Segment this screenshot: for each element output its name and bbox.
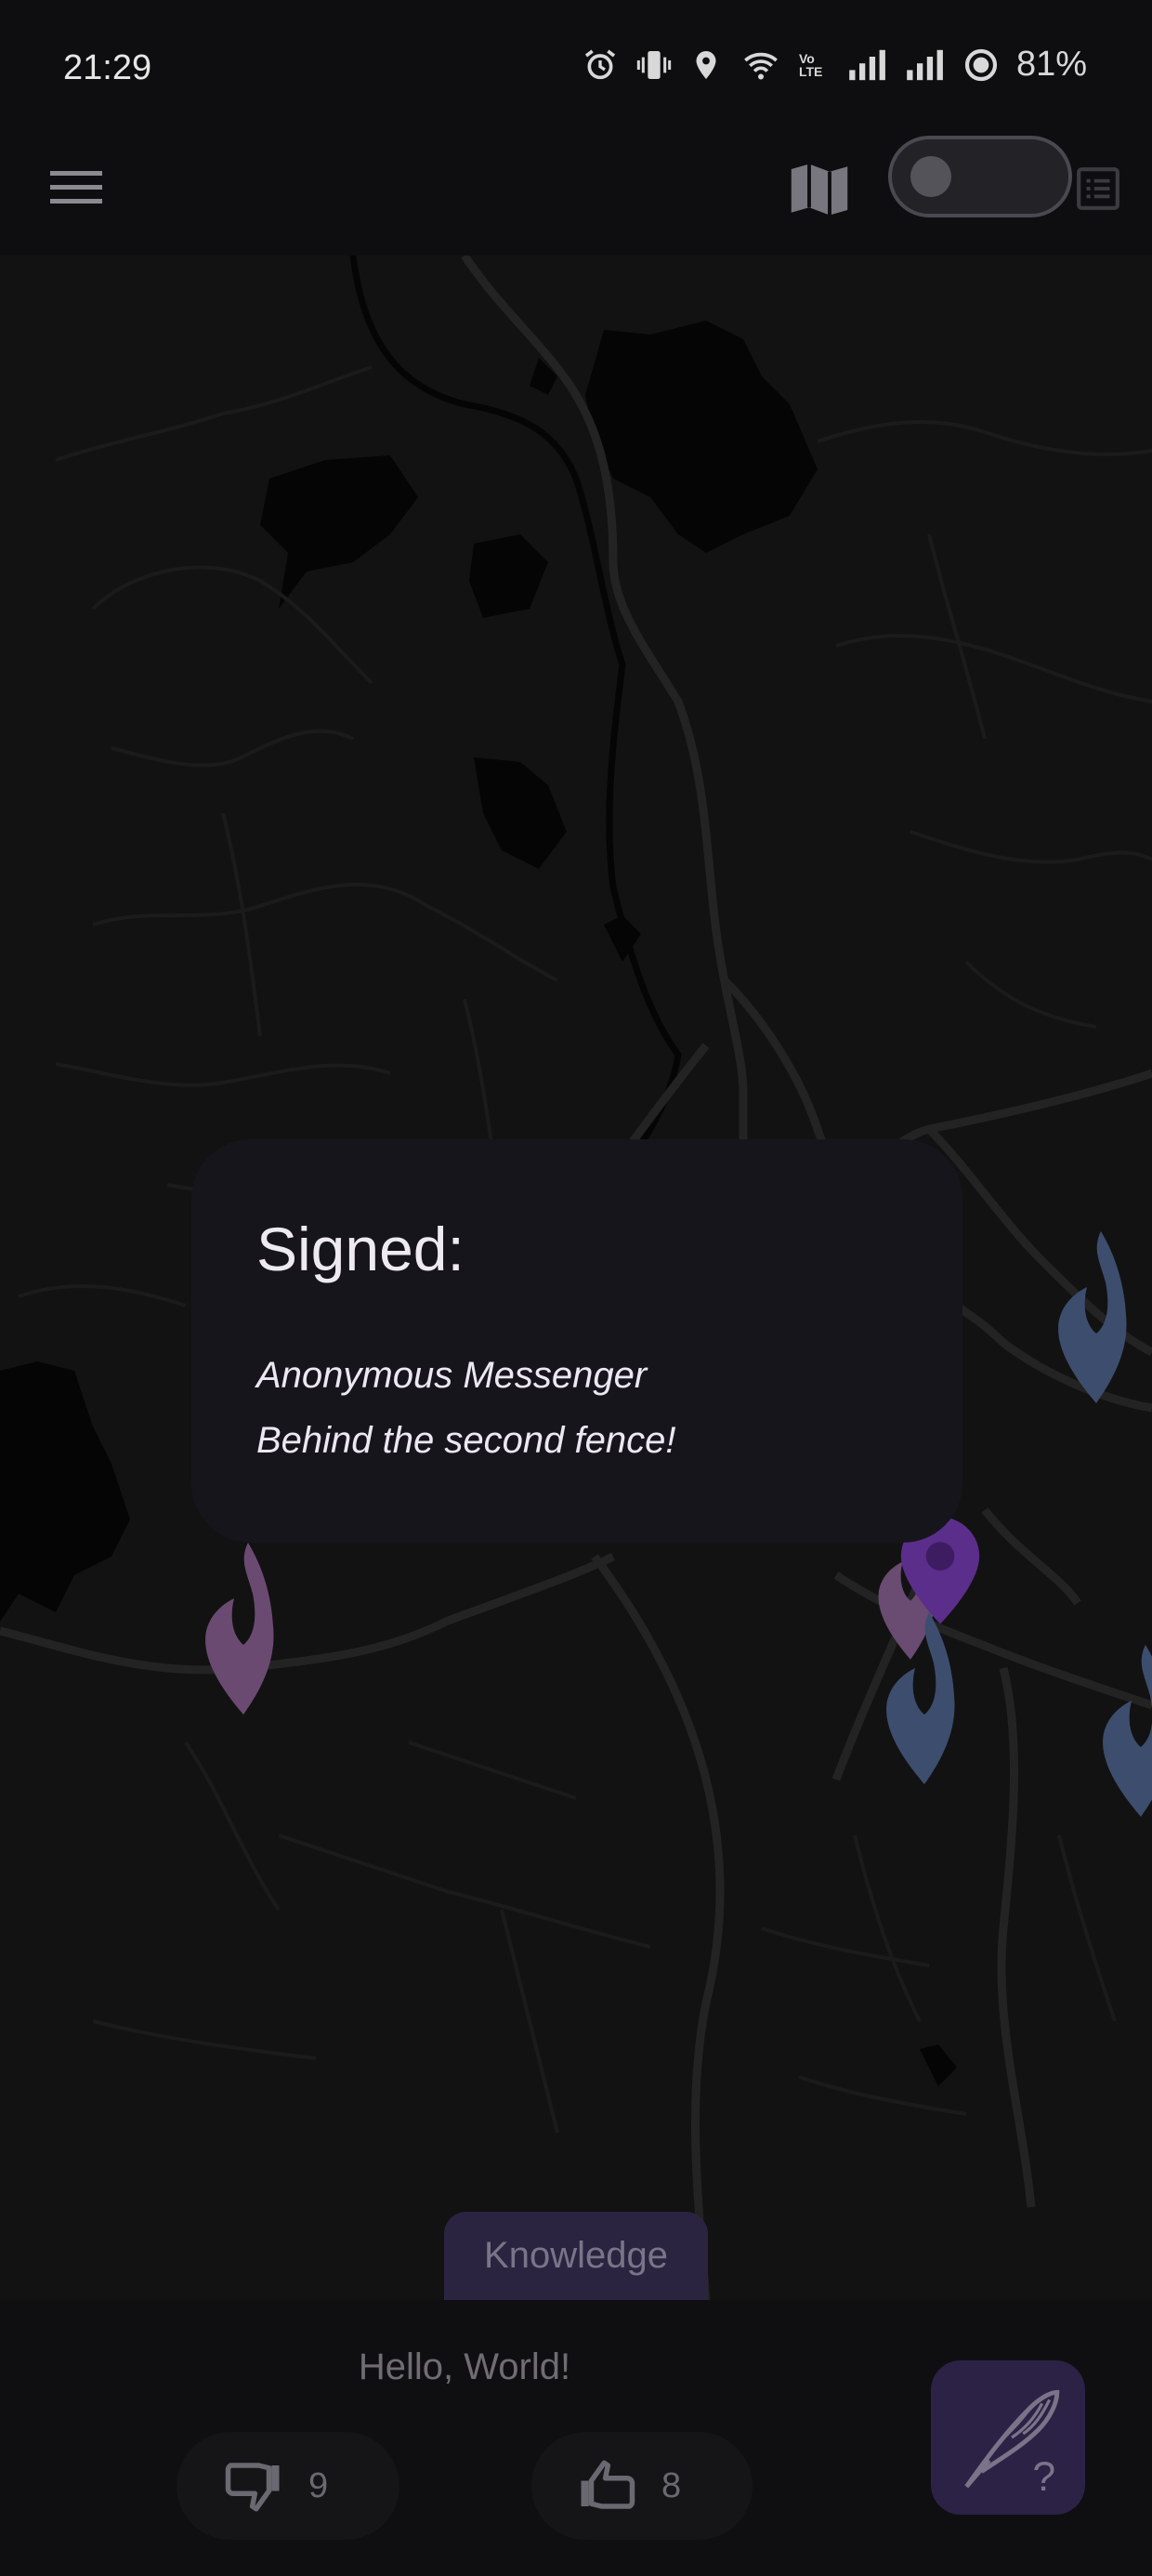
flame-marker-icon[interactable] (197, 1543, 290, 1719)
mode-toggle[interactable] (888, 136, 1072, 217)
flame-marker-icon[interactable] (878, 1612, 971, 1789)
battery-percent: 81% (1015, 45, 1087, 84)
status-time: 21:29 (63, 48, 152, 87)
battery-saver-icon (964, 48, 998, 81)
map-view-button[interactable] (782, 152, 857, 227)
toggle-knob (910, 156, 951, 197)
list-view-button[interactable] (1070, 158, 1126, 219)
vibrate-icon (636, 50, 672, 79)
status-bar: 21:29 Vo LTE 81% (0, 0, 1152, 139)
status-icons: Vo LTE 81% (582, 45, 1087, 85)
flame-marker-icon[interactable] (1094, 1645, 1152, 1821)
message-text: Hello, World! (358, 2346, 571, 2387)
bottom-panel: Hello, World! 9 8 ? (0, 2300, 1152, 2576)
alarm-icon (584, 49, 616, 79)
thumbs-up-icon (581, 2460, 635, 2509)
flame-marker-icon[interactable] (1050, 1231, 1143, 1408)
card-location-note: Behind the second fence! (256, 1420, 676, 1461)
signal-icon-1 (849, 49, 885, 80)
location-icon (696, 50, 716, 79)
tab-knowledge[interactable]: Knowledge (444, 2212, 708, 2300)
thumbs-down-icon (225, 2463, 280, 2512)
signal-icon-2 (907, 49, 943, 80)
wifi-icon (744, 52, 778, 79)
message-card[interactable]: Signed: Anonymous Messenger Behind the s… (191, 1139, 962, 1543)
compose-question-button[interactable]: ? (931, 2360, 1085, 2515)
hamburger-menu-icon (50, 171, 102, 204)
quill-question-icon: ? (964, 2389, 1060, 2498)
card-title: Signed: (256, 1215, 465, 1283)
map-icon (791, 164, 848, 216)
svg-text:?: ? (1032, 2454, 1055, 2498)
like-button[interactable]: 8 (531, 2432, 753, 2540)
like-count: 8 (661, 2465, 682, 2505)
dislike-button[interactable]: 9 (177, 2432, 399, 2540)
card-signature: Anonymous Messenger (256, 1355, 648, 1396)
list-icon (1077, 167, 1119, 210)
volte-badge: Vo LTE (798, 50, 823, 79)
menu-button[interactable] (48, 160, 104, 216)
dislike-count: 9 (308, 2465, 329, 2505)
